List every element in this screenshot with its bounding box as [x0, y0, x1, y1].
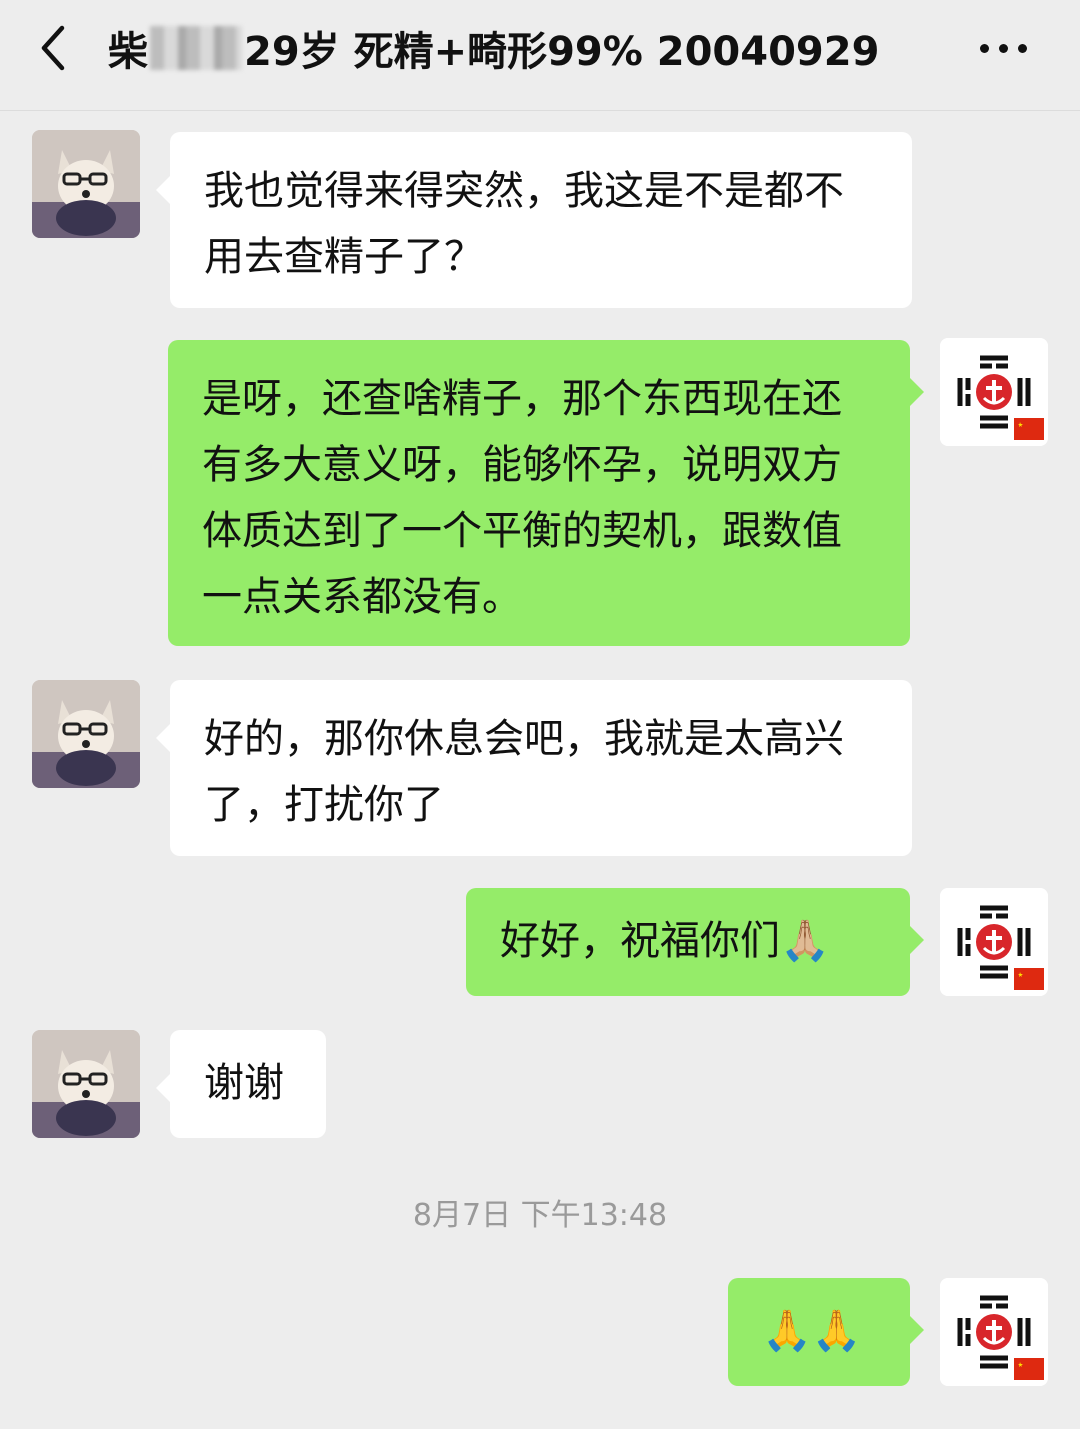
- chat-title-suffix: 29岁 死精+畸形99% 20040929: [244, 29, 880, 75]
- bagua-logo-icon: [940, 1278, 1048, 1386]
- my-avatar[interactable]: [940, 338, 1048, 446]
- chat-title: 柴 29岁 死精+畸形99% 20040929: [108, 18, 879, 78]
- my-avatar[interactable]: [940, 1278, 1048, 1386]
- dog-avatar-icon: [32, 1030, 140, 1138]
- message-bubble-received[interactable]: 我也觉得来得突然，我这是不是都不用去查精子了？: [156, 132, 912, 308]
- message-bubble-received[interactable]: 好的，那你休息会吧，我就是太高兴了，打扰你了: [156, 680, 912, 856]
- message-bubble-sent[interactable]: 是呀，还查啥精子，那个东西现在还有多大意义呀，能够怀孕，说明双方体质达到了一个平…: [168, 340, 924, 646]
- my-avatar[interactable]: [940, 888, 1048, 996]
- message-bubble-sent[interactable]: 好好，祝福你们🙏🏼: [466, 888, 924, 996]
- chat-title-prefix: 柴: [108, 29, 148, 75]
- contact-avatar[interactable]: [32, 1030, 140, 1138]
- redacted-name: [150, 26, 242, 70]
- contact-avatar[interactable]: [32, 130, 140, 238]
- bagua-logo-icon: [940, 888, 1048, 996]
- message-bubble-sent[interactable]: 🙏🙏: [728, 1278, 924, 1386]
- dog-avatar-icon: [32, 680, 140, 788]
- chat-header: 柴 29岁 死精+畸形99% 20040929: [0, 0, 1080, 111]
- message-timestamp: 8月7日 下午13:48: [412, 1198, 668, 1233]
- ellipsis-icon[interactable]: [974, 34, 1034, 62]
- dog-avatar-icon: [32, 130, 140, 238]
- bagua-logo-icon: [940, 338, 1048, 446]
- contact-avatar[interactable]: [32, 680, 140, 788]
- chevron-left-icon[interactable]: [34, 24, 74, 72]
- message-bubble-received[interactable]: 谢谢: [156, 1030, 326, 1138]
